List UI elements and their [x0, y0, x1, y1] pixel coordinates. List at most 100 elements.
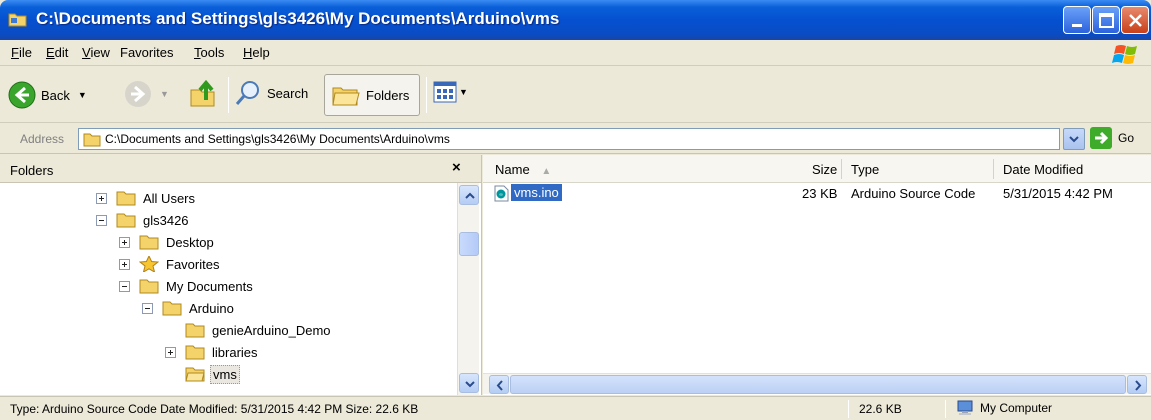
tree-item-my-documents[interactable]: My Documents — [119, 275, 255, 297]
folders-vertical-scrollbar[interactable] — [457, 183, 479, 395]
menu-edit[interactable]: Edit — [46, 45, 68, 60]
folders-pane-header: Folders × — [0, 155, 481, 183]
scroll-thumb[interactable] — [510, 375, 1126, 394]
scroll-left-button[interactable] — [489, 375, 509, 394]
minimize-button[interactable] — [1063, 6, 1091, 34]
tree-item-favorites[interactable]: Favorites — [119, 253, 221, 275]
menu-view-label: iew — [90, 45, 110, 60]
folders-pane: Folders × All Users gls3426 Desktop Favo… — [0, 155, 482, 395]
tree-item-vms[interactable]: vms — [185, 363, 240, 385]
tree-item-label: gls3426 — [143, 212, 189, 228]
status-text: Type: Arduino Source Code Date Modified:… — [10, 402, 419, 416]
menu-help-accel: H — [243, 45, 253, 60]
column-header-type[interactable]: Type — [851, 162, 879, 177]
back-button[interactable]: Back ▼ — [8, 80, 87, 110]
back-label: Back — [41, 87, 70, 103]
up-folder-icon[interactable] — [188, 78, 220, 110]
file-list-pane: Name ▲ Size Type Date Modified ∞ vms.ino… — [483, 155, 1151, 395]
status-zone-label: My Computer — [980, 401, 1053, 415]
folders-label: Folders — [366, 87, 410, 103]
menu-help[interactable]: Help — [243, 45, 270, 60]
chevron-up-icon — [465, 192, 475, 199]
tree-item-desktop[interactable]: Desktop — [119, 231, 216, 253]
status-zone: My Computer — [956, 400, 1052, 416]
column-header-size[interactable]: Size — [812, 162, 837, 177]
tree-item-arduino[interactable]: Arduino — [142, 297, 236, 319]
open-folder-icon — [185, 367, 205, 382]
forward-button[interactable]: ▼ — [124, 80, 169, 108]
column-divider[interactable] — [841, 159, 842, 179]
forward-arrow-icon — [125, 81, 151, 107]
collapse-icon[interactable] — [96, 214, 107, 226]
views-dropdown-icon[interactable]: ▼ — [459, 87, 468, 97]
window-title: C:\Documents and Settings\gls3426\My Doc… — [36, 9, 560, 28]
column-type-label: Type — [851, 162, 880, 177]
menu-favorites-label: Favorites — [120, 45, 174, 60]
star-icon — [139, 256, 159, 272]
column-header-date-modified[interactable]: Date Modified — [1003, 162, 1083, 177]
status-divider — [945, 400, 946, 418]
collapse-icon[interactable] — [119, 280, 130, 292]
views-button[interactable]: ▼ — [433, 81, 468, 103]
scroll-thumb[interactable] — [459, 232, 479, 256]
expand-icon[interactable] — [165, 346, 176, 358]
menu-favorites[interactable]: Favorites — [120, 45, 173, 60]
go-label: Go — [1118, 131, 1135, 145]
forward-dropdown-icon[interactable]: ▼ — [160, 89, 169, 99]
file-name[interactable]: vms.ino — [511, 184, 562, 201]
folder-icon — [83, 133, 101, 147]
folders-pane-close-button[interactable]: × — [452, 159, 461, 176]
go-button[interactable]: Go — [1090, 127, 1134, 149]
menu-edit-accel: E — [46, 45, 55, 60]
menu-file[interactable]: File — [11, 45, 32, 60]
file-row[interactable]: ∞ vms.ino 23 KB Arduino Source Code 5/31… — [483, 183, 1151, 203]
scroll-right-button[interactable] — [1127, 375, 1147, 394]
expand-icon[interactable] — [119, 258, 130, 270]
tree-item-all-users[interactable]: All Users — [96, 187, 197, 209]
expand-icon[interactable] — [119, 236, 130, 248]
address-bar: Address C:\Documents and Settings\gls342… — [0, 124, 1151, 154]
folder-explorer-icon — [8, 13, 27, 27]
standard-toolbar: Back ▼ ▼ Search Folders ▼ — [0, 67, 1151, 123]
tree-item-label: All Users — [143, 190, 196, 206]
folder-icon — [139, 235, 159, 250]
folder-icon — [116, 213, 136, 228]
toolbar-separator — [228, 77, 229, 113]
menu-file-accel: F — [11, 45, 19, 60]
menu-tools[interactable]: Tools — [194, 45, 224, 60]
my-computer-icon — [957, 400, 973, 415]
files-horizontal-scrollbar[interactable] — [483, 373, 1151, 394]
collapse-icon[interactable] — [142, 302, 153, 314]
tree-item-label: My Documents — [166, 278, 253, 294]
folders-button[interactable]: Folders — [324, 74, 420, 116]
menu-tools-label: ools — [200, 45, 225, 60]
column-header-name[interactable]: Name ▲ — [495, 162, 551, 177]
chevron-right-icon — [1135, 380, 1142, 391]
close-icon — [1129, 14, 1142, 27]
back-arrow-icon — [8, 81, 36, 109]
expand-icon[interactable] — [96, 192, 107, 204]
menu-view[interactable]: View — [82, 45, 110, 60]
chevron-down-icon — [1069, 136, 1079, 143]
address-input[interactable]: C:\Documents and Settings\gls3426\My Doc… — [78, 128, 1060, 150]
title-bar[interactable]: C:\Documents and Settings\gls3426\My Doc… — [0, 0, 1151, 40]
scroll-down-button[interactable] — [459, 373, 479, 393]
scroll-up-button[interactable] — [459, 185, 479, 205]
tree-item-geniearduino-demo[interactable]: genieArduino_Demo — [185, 319, 333, 341]
search-button[interactable]: Search — [234, 79, 308, 107]
file-date-modified: 5/31/2015 4:42 PM — [1003, 186, 1113, 201]
menu-file-label: ile — [18, 45, 32, 60]
close-button[interactable] — [1121, 6, 1149, 34]
address-dropdown-button[interactable] — [1063, 128, 1085, 150]
back-dropdown-icon[interactable]: ▼ — [78, 90, 87, 100]
views-icon — [433, 81, 457, 103]
tree-item-gls3426[interactable]: gls3426 — [96, 209, 191, 231]
address-label: Address — [20, 132, 65, 146]
tree-item-libraries[interactable]: libraries — [165, 341, 260, 363]
arduino-file-icon: ∞ — [494, 185, 509, 202]
go-arrow-icon — [1090, 127, 1112, 149]
folder-icon — [162, 301, 182, 316]
column-size-label: Size — [812, 162, 838, 177]
maximize-button[interactable] — [1092, 6, 1120, 34]
column-divider[interactable] — [993, 159, 994, 179]
